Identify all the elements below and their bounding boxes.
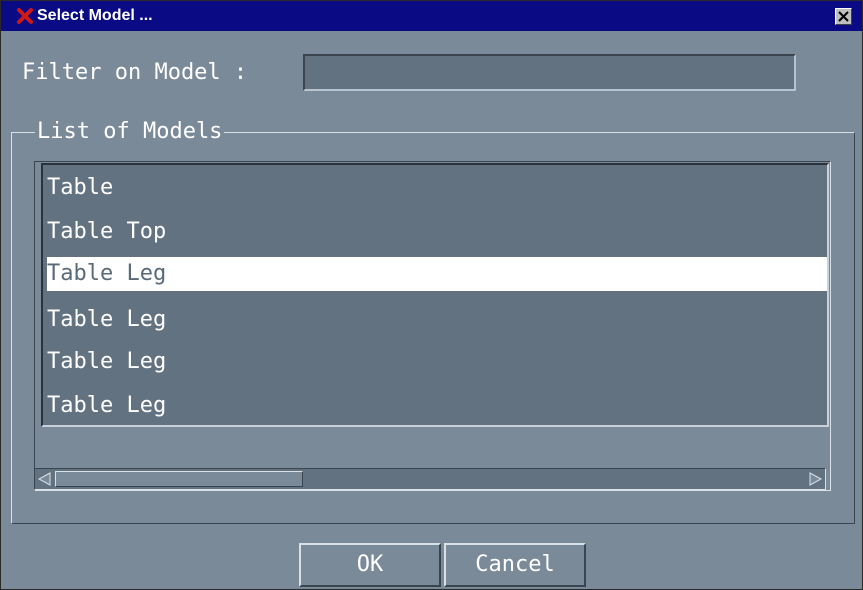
horizontal-scrollbar[interactable] (34, 468, 826, 490)
window-title: Select Model ... (37, 7, 153, 24)
scroll-right-arrow-icon[interactable] (806, 470, 824, 488)
close-button[interactable] (835, 8, 852, 25)
list-item[interactable]: Table Leg (47, 303, 827, 337)
list-item[interactable]: Table (47, 171, 827, 205)
scroll-left-arrow-icon[interactable] (36, 470, 54, 488)
filter-input[interactable] (303, 54, 796, 91)
title-bar[interactable]: Select Model ... (1, 1, 862, 31)
close-icon (838, 11, 849, 22)
app-x-icon (15, 6, 35, 26)
list-item-selected[interactable]: Table Leg (47, 257, 827, 291)
models-list[interactable]: Table Table Top Table Leg Table Leg Tabl… (41, 163, 829, 427)
list-item[interactable]: Table Leg (47, 389, 827, 423)
list-item[interactable]: Table Top (47, 215, 827, 249)
ok-button[interactable]: OK (299, 543, 441, 587)
scrollbar-thumb[interactable] (55, 471, 303, 487)
list-item[interactable]: Table Leg (47, 345, 827, 379)
models-group-legend: List of Models (35, 118, 225, 146)
select-model-dialog: Select Model ... Filter on Model : List … (0, 0, 863, 590)
filter-label: Filter on Model : (22, 60, 248, 85)
cancel-button[interactable]: Cancel (444, 543, 586, 587)
